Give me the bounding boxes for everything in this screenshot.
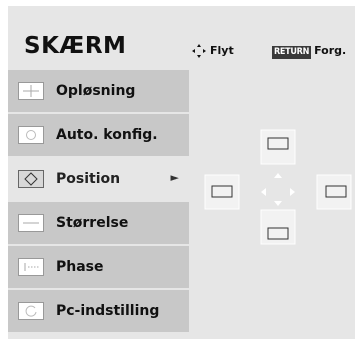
menu-item-label: Størrelse bbox=[56, 215, 129, 231]
return-key-icon: RETURN bbox=[272, 46, 312, 59]
return-hint-label: Forg. bbox=[314, 44, 347, 57]
menu-item-label: Phase bbox=[56, 259, 104, 275]
menu-item-label: Position bbox=[56, 171, 121, 187]
menu-item-label: Auto. konfig. bbox=[56, 127, 158, 143]
menu-title: SKÆRM bbox=[24, 33, 127, 59]
position-diagram bbox=[204, 129, 352, 245]
move-right-control bbox=[316, 174, 352, 210]
menu-item-auto-konfig[interactable]: Auto. konfig. bbox=[8, 114, 189, 156]
four-way-arrow-icon bbox=[192, 44, 206, 58]
menu-item-storrelse[interactable]: Størrelse bbox=[8, 202, 189, 244]
menu-item-pc-indstilling[interactable]: Pc-indstilling bbox=[8, 290, 189, 332]
position-icon bbox=[18, 170, 44, 188]
right-arrow-icon bbox=[290, 188, 295, 196]
menu-list: Opløsning Auto. konfig. Position ► Størr… bbox=[8, 70, 189, 334]
menu-item-label: Opløsning bbox=[56, 83, 136, 99]
move-up-control bbox=[260, 129, 296, 165]
move-left-control bbox=[204, 174, 240, 210]
return-hint: RETURN Forg. bbox=[272, 42, 346, 60]
move-hint-label: Flyt bbox=[210, 44, 234, 57]
auto-config-icon bbox=[18, 126, 44, 144]
move-hint: Flyt bbox=[192, 42, 234, 60]
screen-osd-menu: SKÆRM Flyt RETURN Forg. Opløsning Auto. … bbox=[8, 6, 355, 339]
size-icon bbox=[18, 214, 44, 232]
down-arrow-icon bbox=[274, 201, 282, 206]
left-arrow-icon bbox=[261, 188, 266, 196]
menu-item-position[interactable]: Position ► bbox=[8, 158, 189, 200]
pc-setting-icon bbox=[18, 302, 44, 320]
menu-item-label: Pc-indstilling bbox=[56, 303, 160, 319]
selected-arrow-icon: ► bbox=[170, 171, 179, 184]
move-down-control bbox=[260, 209, 296, 245]
up-arrow-icon bbox=[274, 173, 282, 178]
position-adjust-panel bbox=[191, 70, 355, 339]
menu-item-oplosning[interactable]: Opløsning bbox=[8, 70, 189, 112]
menu-item-phase[interactable]: Phase bbox=[8, 246, 189, 288]
resolution-icon bbox=[18, 82, 44, 100]
phase-icon bbox=[18, 258, 44, 276]
menu-header: SKÆRM Flyt RETURN Forg. bbox=[8, 6, 355, 68]
